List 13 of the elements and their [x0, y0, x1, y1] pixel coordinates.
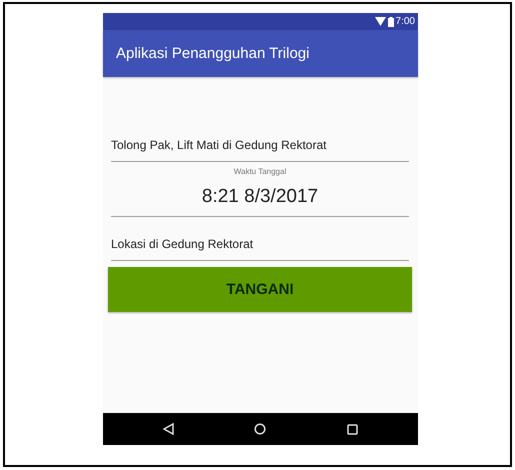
field-value: 8:21 8/3/2017	[202, 186, 318, 208]
back-icon[interactable]	[163, 423, 174, 435]
wifi-icon	[374, 17, 386, 26]
field-label: Waktu Tanggal	[234, 167, 286, 176]
handle-button[interactable]: TANGANI	[108, 267, 412, 312]
status-time: 7:00	[396, 16, 415, 27]
home-icon[interactable]	[254, 423, 266, 435]
date-time-field[interactable]: Waktu Tanggal 8:21 8/3/2017	[111, 162, 409, 217]
text-field[interactable]: Tolong Pak, Lift Mati di Gedung Rektorat	[111, 77, 409, 162]
app-title: Aplikasi Penangguhan Trilogi	[116, 45, 310, 62]
recents-icon[interactable]	[346, 424, 358, 434]
text-field[interactable]: Lokasi di Gedung Rektorat	[111, 217, 409, 261]
battery-icon	[388, 16, 394, 26]
